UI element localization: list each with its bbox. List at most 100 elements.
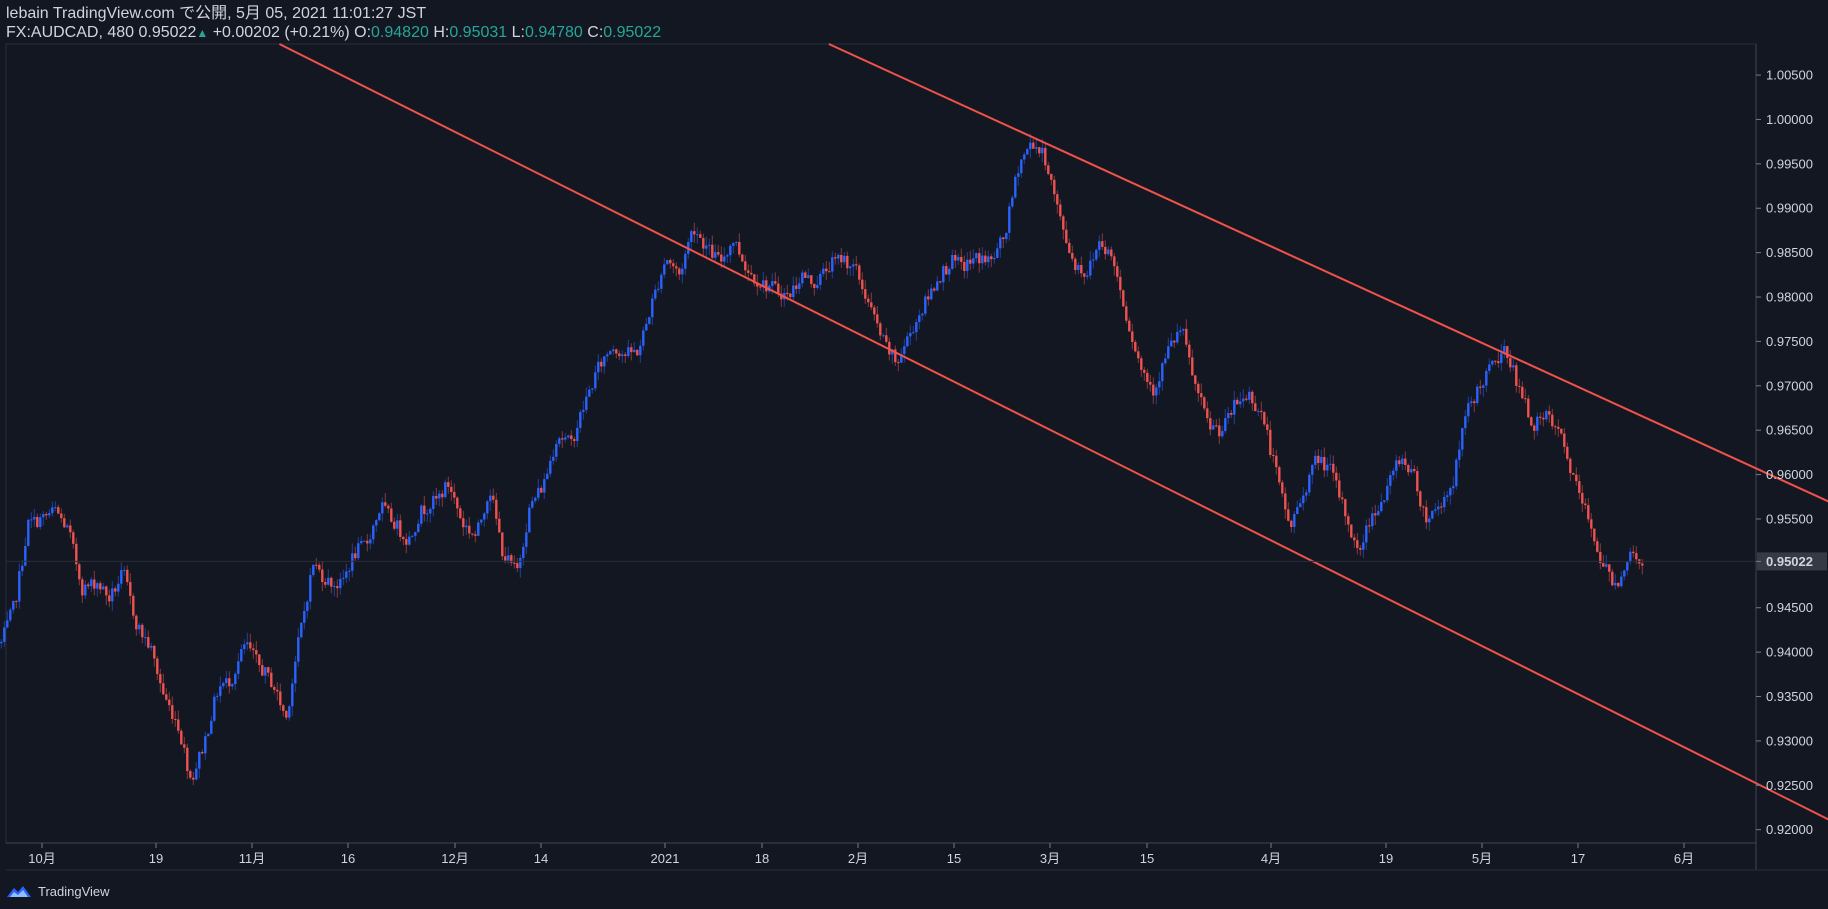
candle [1017,165,1020,186]
candle [813,283,816,296]
candle [93,570,96,596]
candle [819,270,822,290]
candle [252,643,255,659]
candle [1413,464,1416,474]
candle [1170,332,1173,348]
candle [1023,152,1026,165]
candle [363,540,366,542]
candle [432,491,435,517]
candle [855,256,858,271]
candle [1404,451,1407,470]
candle [468,517,471,539]
candle [1050,173,1053,186]
candle [1290,519,1293,533]
candle [606,351,609,362]
candle [1455,457,1458,490]
candle [1545,409,1548,422]
time-tick-label: 12月 [441,851,468,866]
candle [567,434,570,439]
candle [729,243,732,263]
candle [294,655,297,693]
candle [588,385,591,398]
candle [1509,349,1512,373]
candle [1032,139,1035,149]
candle [1188,340,1191,365]
channel-trendline[interactable] [278,43,1828,839]
candle [690,229,693,251]
candle [1380,493,1383,513]
candle [828,261,831,273]
candle [417,519,420,533]
candle [1539,412,1542,425]
candle [60,508,63,523]
candle [141,623,144,644]
candle [1494,360,1497,366]
candle [288,704,291,721]
candle [549,455,552,478]
time-tick-label: 18 [755,851,769,866]
candle [1008,202,1011,241]
candle [600,358,603,373]
candle [333,581,336,597]
candle [1197,381,1200,402]
candle [918,309,921,330]
candle [657,281,660,293]
price-tick-label: 0.95500 [1766,511,1813,526]
time-tick-label: 2月 [848,851,868,866]
candle [1206,401,1209,423]
candle [804,270,807,279]
candle [1500,344,1503,371]
candle [303,601,306,630]
trendlines[interactable] [278,43,1828,839]
candle [1056,190,1059,214]
candle [345,563,348,583]
candle [297,628,300,668]
candle [1155,383,1158,405]
time-axis[interactable]: 10月 19 11月 16 12月 14 2021 18 2月 15 3月 15 4月 19 5月 17 6月 [28,843,1694,866]
candle [570,430,573,446]
candle [1308,472,1311,496]
candle [696,227,699,244]
candle [528,503,531,534]
price-chart[interactable]: 1.00500 1.00000 0.99500 0.99000 0.98500 0.980… [0,0,1828,909]
candle [486,499,489,520]
candle [1485,368,1488,392]
candle [1146,368,1149,389]
price-tick-label: 0.97000 [1766,378,1813,393]
candle [225,670,228,688]
tradingview-brand[interactable]: TradingView [38,884,110,899]
plot-area-border [5,43,1757,844]
candle [1140,355,1143,377]
candle [102,582,105,590]
candle [1431,510,1434,520]
candle [510,553,513,566]
candle [1038,146,1041,158]
candle [930,284,933,301]
candle [423,495,426,522]
candle [99,581,102,594]
candle [273,685,276,694]
candle [1569,456,1572,482]
candle [126,565,129,586]
candle [876,305,879,328]
candle [1395,454,1398,479]
candle [579,409,582,433]
price-tick-label: 0.93500 [1766,689,1813,704]
price-axis[interactable]: 1.00500 1.00000 0.99500 0.99000 0.98500 0.980… [6,68,1827,838]
candle [651,293,654,326]
channel-trendline[interactable] [828,43,1828,519]
candle [18,563,21,609]
candle [1236,397,1239,405]
candle [120,562,123,589]
candle [285,710,288,721]
candle [336,579,339,598]
candle [1269,420,1272,459]
candle [1296,500,1299,515]
candle [921,312,924,321]
tradingview-logo-icon[interactable] [6,883,32,899]
candle [267,666,270,677]
candle [1125,301,1128,324]
candle [1182,328,1185,336]
candle [324,578,327,588]
candle [198,750,201,779]
